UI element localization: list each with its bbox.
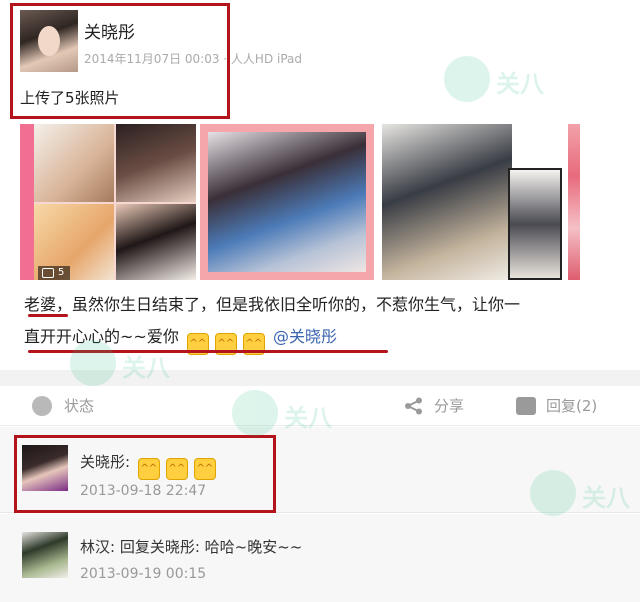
comment-icon: [516, 397, 536, 415]
share-label: 分享: [434, 397, 465, 415]
comment-text: 回复关晓彤: 哈哈~晚安~~: [119, 538, 303, 556]
photo-3-inset-wrap: [508, 124, 562, 280]
gallery-icon: [42, 268, 54, 278]
status-button[interactable]: 状态: [32, 394, 122, 418]
underline-short: [28, 314, 68, 317]
photo-3[interactable]: [382, 124, 512, 280]
photo-count: 5: [58, 267, 65, 278]
highlight-box-header: [10, 3, 230, 119]
photo-thumbnail: [116, 204, 196, 280]
photo-edge: [20, 124, 34, 280]
post-text-line-1: 老婆，虽然你生日结束了，但是我依旧全听你的，不惹你生气，让你一: [24, 295, 521, 314]
watermark-text: 关八: [122, 354, 170, 382]
photo-thumbnail: [34, 124, 114, 202]
watermark-logo-icon: [232, 390, 278, 436]
globe-icon: [32, 396, 52, 416]
watermark-logo-icon: [530, 470, 576, 516]
status-label: 状态: [64, 397, 95, 415]
watermark-text: 关八: [582, 484, 630, 512]
highlight-box-comment: [14, 435, 276, 513]
photo-image: [208, 132, 366, 272]
photo-count-badge: 5: [38, 266, 71, 280]
reply-button[interactable]: 回复(2): [516, 394, 616, 418]
comment-author[interactable]: 林汉:: [80, 538, 115, 556]
photo-collage[interactable]: 5: [20, 124, 196, 280]
share-icon: [405, 397, 422, 415]
mention-link[interactable]: @关晓彤: [273, 327, 337, 346]
post-text: 老婆，虽然你生日结束了，但是我依旧全听你的，不惹你生气，让你一 直开开心心的~~…: [24, 289, 620, 355]
watermark-logo-icon: [70, 340, 116, 386]
comment-line: 林汉: 回复关晓彤: 哈哈~晚安~~: [80, 536, 302, 557]
photo-thumbnail: [116, 124, 196, 202]
watermark-logo-icon: [444, 56, 490, 102]
share-button[interactable]: 分享: [404, 394, 484, 418]
comment-time: 2013-09-19 00:15: [80, 566, 207, 582]
comment-item: 林汉: 回复关晓彤: 哈哈~晚安~~ 2013-09-19 00:15: [0, 514, 640, 602]
photo-inset[interactable]: [508, 168, 562, 280]
photo-2[interactable]: [200, 124, 374, 280]
watermark-text: 关八: [496, 70, 544, 98]
photo-strip: 5: [20, 124, 620, 280]
photo-4[interactable]: [568, 124, 580, 280]
watermark-text: 关八: [284, 404, 332, 432]
reply-label: 回复(2): [546, 397, 598, 415]
commenter-avatar[interactable]: [22, 532, 68, 578]
